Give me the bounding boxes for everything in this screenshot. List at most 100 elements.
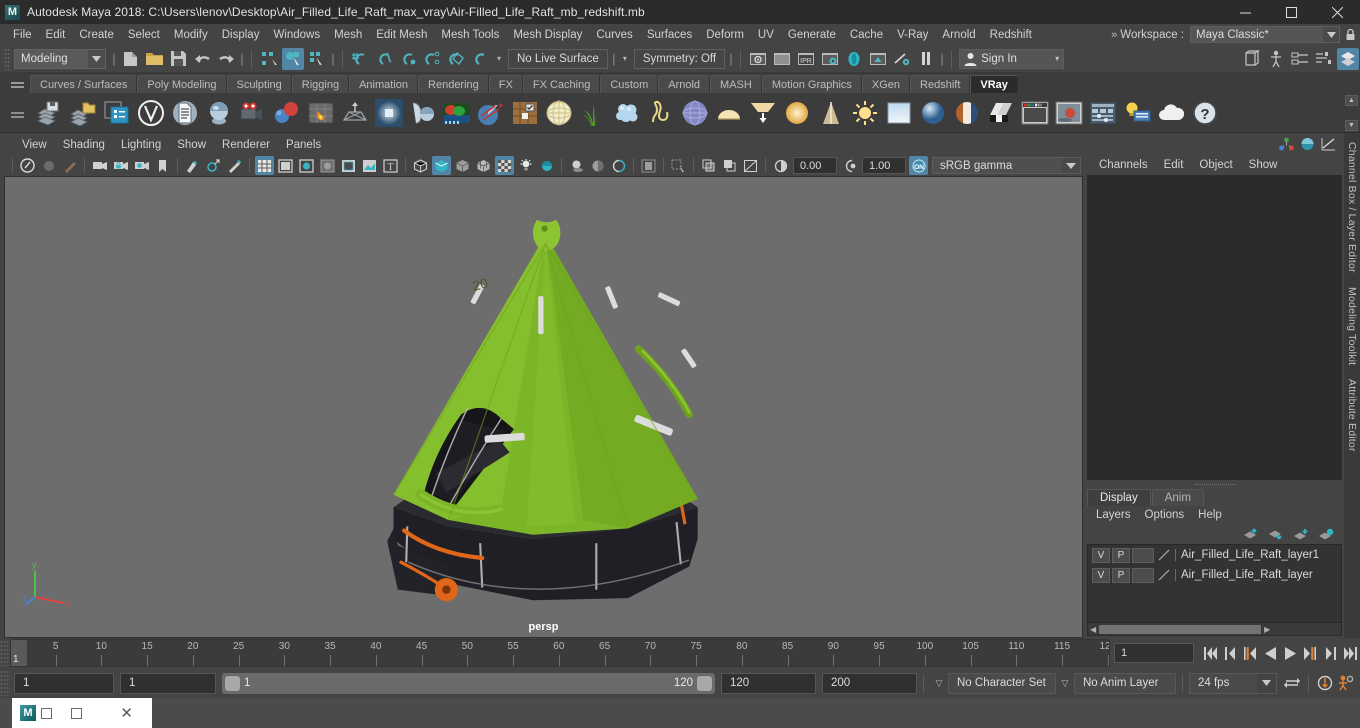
signin-button[interactable]: Sign In ▾: [959, 48, 1065, 69]
shelf-tab-sculpting[interactable]: Sculpting: [226, 75, 292, 93]
color-space-dropdown[interactable]: sRGB gamma: [932, 157, 1081, 174]
shelf-tab-motion-graphics[interactable]: Motion Graphics: [761, 75, 862, 93]
snap-to-point-button[interactable]: [397, 48, 419, 70]
menu-deform[interactable]: Deform: [699, 26, 751, 44]
two-d-pan-zoom-icon[interactable]: [204, 156, 223, 175]
vray-dome-icon[interactable]: [713, 97, 745, 129]
menu-file[interactable]: File: [6, 26, 39, 44]
channels-menu[interactable]: Channels: [1091, 158, 1156, 172]
snap-options-chevron-icon[interactable]: ▾: [492, 54, 506, 63]
toolbar-drag-handle[interactable]: [4, 47, 11, 70]
vray-ies-light-icon[interactable]: [781, 97, 813, 129]
channel-box-content[interactable]: [1087, 175, 1342, 480]
play-forwards-button[interactable]: [1281, 642, 1299, 664]
shelf-tab-custom[interactable]: Custom: [600, 75, 659, 93]
vray-settings-panel-icon[interactable]: [1087, 97, 1119, 129]
taskbar-close-button[interactable]: ✕: [101, 706, 152, 721]
select-by-object-button[interactable]: [282, 47, 304, 70]
outliner-button[interactable]: [1337, 47, 1359, 70]
vray-sky-icon[interactable]: [883, 97, 915, 129]
new-layer-icon[interactable]: [1293, 528, 1309, 541]
vray-sphere-light-icon[interactable]: [679, 97, 711, 129]
menu-surfaces[interactable]: Surfaces: [640, 26, 699, 44]
scroll-right-icon[interactable]: ▶: [1264, 625, 1270, 634]
animation-start-field[interactable]: 1: [14, 672, 114, 694]
film-gate-display-icon[interactable]: [339, 156, 358, 175]
layer-name[interactable]: Air_Filled_Life_Raft_layer1: [1175, 549, 1319, 561]
hypershade-button[interactable]: [843, 48, 865, 70]
layer-shading-toggle[interactable]: [1132, 567, 1154, 583]
xray-shading-icon[interactable]: [495, 156, 514, 175]
new-layer-from-selected-icon[interactable]: [1318, 528, 1334, 541]
menu-edit[interactable]: Edit: [39, 26, 73, 44]
layer-visibility-toggle[interactable]: V: [1092, 567, 1110, 583]
modeling-toolkit-button[interactable]: [1241, 48, 1263, 70]
snap-to-projected-center-button[interactable]: [421, 48, 443, 70]
vray-displacement-icon[interactable]: [407, 97, 439, 129]
tab-display-layers[interactable]: Display: [1087, 489, 1151, 506]
taskbar-maximize-button[interactable]: [52, 707, 101, 719]
vray-proxy-icon[interactable]: [271, 97, 303, 129]
shelf-tab-animation[interactable]: Animation: [349, 75, 419, 93]
menu-windows[interactable]: Windows: [266, 26, 327, 44]
layer-row[interactable]: V P Air_Filled_Life_Raft_layer1: [1088, 545, 1341, 565]
save-scene-button[interactable]: [167, 48, 189, 70]
layer-playback-toggle[interactable]: P: [1112, 567, 1130, 583]
menu-mesh-tools[interactable]: Mesh Tools: [434, 26, 506, 44]
menu-mesh-display[interactable]: Mesh Display: [506, 26, 589, 44]
vray-rect-light-icon[interactable]: [747, 97, 779, 129]
help-menu[interactable]: Help: [1191, 508, 1229, 522]
anim-layer-field[interactable]: No Anim Layer: [1074, 672, 1176, 694]
range-slider-drag-handle[interactable]: [0, 670, 10, 696]
shelf-menu-icon[interactable]: [4, 73, 30, 93]
move-layer-up-icon[interactable]: [1243, 527, 1259, 541]
range-slider-right-handle[interactable]: [697, 675, 712, 691]
toggle-render-setup-button[interactable]: [891, 48, 913, 70]
vray-hair-icon[interactable]: [645, 97, 677, 129]
shelf-tab-vray[interactable]: VRay: [970, 75, 1018, 93]
panel-splitter[interactable]: [1085, 480, 1344, 488]
xray-active-components-icon[interactable]: [720, 156, 739, 175]
current-frame-field[interactable]: 1: [1114, 643, 1194, 663]
shelf-options-handle[interactable]: [2, 93, 32, 133]
viewport-menu-renderer[interactable]: Renderer: [214, 138, 278, 152]
vray-render-folder-icon[interactable]: [67, 97, 99, 129]
scroll-left-icon[interactable]: ◀: [1090, 625, 1096, 634]
menu-modify[interactable]: Modify: [167, 26, 215, 44]
lasso-tool-icon[interactable]: [39, 156, 58, 175]
menu-display[interactable]: Display: [215, 26, 267, 44]
layer-row[interactable]: V P Air_Filled_Life_Raft_layer: [1088, 565, 1341, 585]
vray-render-shelf-icon[interactable]: [33, 97, 65, 129]
range-start-field[interactable]: 1: [120, 672, 216, 694]
vtab-modeling-toolkit[interactable]: Modeling Toolkit: [1346, 284, 1358, 368]
graph-editor-icon[interactable]: [1321, 137, 1336, 151]
viewport-menu-view[interactable]: View: [14, 138, 55, 152]
symmetry-field[interactable]: Symmetry: Off: [633, 48, 726, 69]
channel-box-button[interactable]: [1313, 48, 1335, 70]
shelf-tab-mash[interactable]: MASH: [710, 75, 762, 93]
render-current-frame-button[interactable]: [747, 48, 769, 70]
texture-display-icon[interactable]: [639, 156, 658, 175]
vray-render-settings-icon[interactable]: [169, 97, 201, 129]
vray-sphere-fade-icon[interactable]: [611, 97, 643, 129]
viewport-menu-shading[interactable]: Shading: [55, 138, 113, 152]
step-back-frame-button[interactable]: [1221, 642, 1239, 664]
animation-end-field[interactable]: 200: [822, 672, 917, 694]
range-slider[interactable]: 1 120: [222, 672, 715, 694]
restore-icon[interactable]: [41, 707, 52, 719]
layer-color-swatch[interactable]: [1156, 568, 1172, 583]
exposure-display-icon[interactable]: [360, 156, 379, 175]
current-time-indicator[interactable]: 1: [11, 640, 27, 666]
life-raft-model[interactable]: 20: [5, 177, 1082, 637]
open-scene-button[interactable]: [143, 48, 165, 70]
step-back-key-button[interactable]: [1241, 642, 1259, 664]
menu-cache[interactable]: Cache: [843, 26, 890, 44]
shelf-scroll-buttons[interactable]: ▲ ▼: [1345, 95, 1358, 131]
viewport-menu-panels[interactable]: Panels: [278, 138, 329, 152]
shelf-tab-xgen[interactable]: XGen: [861, 75, 911, 93]
auto-key-button[interactable]: [1316, 672, 1334, 694]
shelf-tab-poly-modeling[interactable]: Poly Modeling: [137, 75, 227, 93]
vtab-channel-box-layer-editor[interactable]: Channel Box / Layer Editor: [1346, 139, 1358, 276]
menu-curves[interactable]: Curves: [589, 26, 639, 44]
animation-preferences-button[interactable]: [1336, 672, 1354, 694]
